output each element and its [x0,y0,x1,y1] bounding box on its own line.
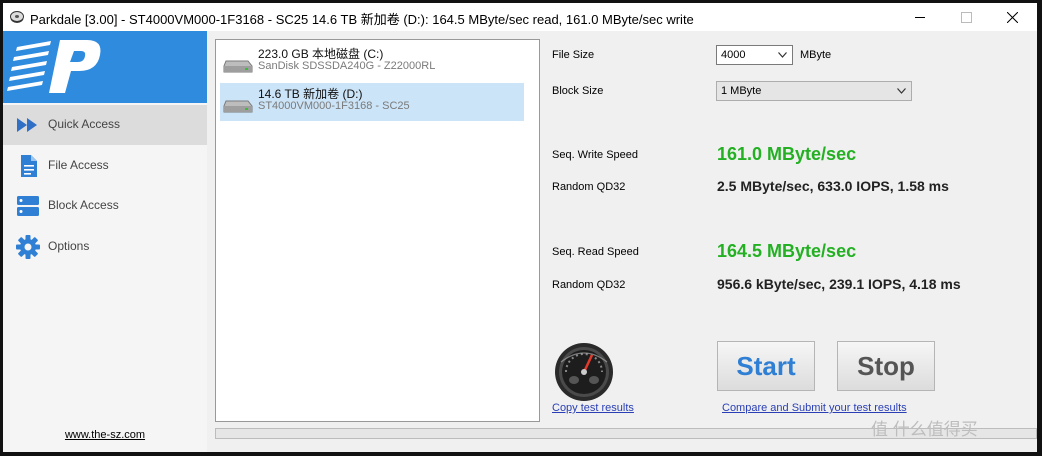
gear-icon [16,235,40,259]
minimize-button[interactable] [897,3,943,31]
hard-drive-icon [223,100,253,113]
drive-item-d[interactable]: 14.6 TB 新加卷 (D:) ST4000VM000-1F3168 - SC… [220,83,524,121]
file-size-label: File Size [552,49,595,61]
stop-button[interactable]: Stop [837,341,935,391]
blocks-icon [17,196,39,216]
sidebar-item-file-access[interactable]: File Access [3,146,207,186]
block-size-select[interactable]: 1 MByte [716,81,912,101]
file-icon [21,155,37,177]
minimize-icon [914,16,925,18]
watermark: 值 什么值得买 [871,415,978,440]
chevron-down-icon [778,52,787,58]
file-size-value: 4000 [721,49,746,61]
sidebar-item-options[interactable]: Options [3,227,207,267]
drive-model: SanDisk SDSSDA240G - Z22000RL [258,60,436,72]
block-size-label: Block Size [552,85,604,97]
hard-drive-icon [223,60,253,73]
random-read-value: 956.6 kByte/sec, 239.1 IOPS, 4.18 ms [717,276,961,292]
sidebar-item-quick-access[interactable]: Quick Access [3,105,207,145]
speedometer-icon [555,343,613,401]
maximize-icon [960,11,972,23]
close-button[interactable] [989,3,1035,31]
title-bar: Parkdale [3.00] - ST4000VM000-1F3168 - S… [3,3,1037,31]
sidebar-item-label: Quick Access [48,117,121,131]
file-size-unit: MByte [800,49,832,61]
sidebar-item-block-access[interactable]: Block Access [3,186,207,226]
seq-read-value: 164.5 MByte/sec [717,241,857,261]
app-window: Parkdale [3.00] - ST4000VM000-1F3168 - S… [3,3,1037,452]
drive-list: 223.0 GB 本地磁盘 (C:) SanDisk SDSSDA240G - … [215,39,540,422]
drive-model: ST4000VM000-1F3168 - SC25 [258,100,410,112]
compare-submit-link[interactable]: Compare and Submit your test results [722,402,907,414]
seq-write-value: 161.0 MByte/sec [717,144,857,164]
parkdale-logo [3,31,207,103]
random-write-value: 2.5 MByte/sec, 633.0 IOPS, 1.58 ms [717,178,949,194]
file-size-select[interactable]: 4000 [716,45,793,65]
seq-read-label: Seq. Read Speed [552,246,639,258]
sidebar-item-label: Options [48,239,90,253]
sidebar-item-label: File Access [48,158,109,172]
start-button[interactable]: Start [717,341,815,391]
drive-item-c[interactable]: 223.0 GB 本地磁盘 (C:) SanDisk SDSSDA240G - … [220,43,524,81]
chevron-down-icon [897,88,906,94]
block-size-value: 1 MByte [721,85,762,97]
random-write-label: Random QD32 [552,181,626,193]
copy-results-link[interactable]: Copy test results [552,402,634,414]
sidebar-item-label: Block Access [48,198,119,212]
seq-write-label: Seq. Write Speed [552,149,639,161]
parkdale-p-logo-icon [7,40,101,93]
app-logo-icon [10,11,24,23]
sidebar: Quick Access File Access Block Access Op… [3,31,207,452]
fast-forward-icon [17,118,37,132]
random-read-label: Random QD32 [552,279,626,291]
maximize-button[interactable] [943,3,989,31]
watermark-text: 值 什么值得买 [871,420,978,439]
close-icon [1006,11,1018,23]
website-link[interactable]: www.the-sz.com [3,429,207,441]
window-title: Parkdale [3.00] - ST4000VM000-1F3168 - S… [30,12,694,27]
